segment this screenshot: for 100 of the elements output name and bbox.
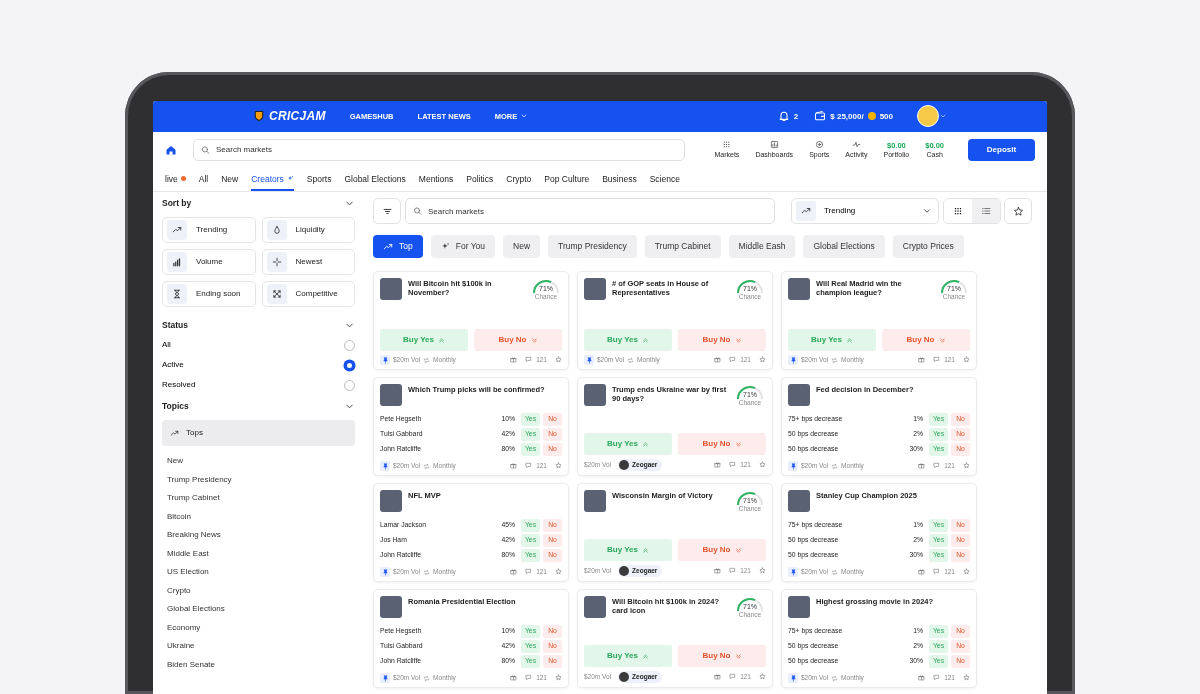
category-tab[interactable]: Global Elections (344, 169, 406, 191)
chevron-icon (922, 206, 932, 216)
favorite-button[interactable] (1004, 198, 1032, 224)
search-field[interactable]: Search markets (405, 198, 775, 224)
radio-button[interactable] (344, 339, 355, 351)
list-icon (981, 206, 991, 216)
sort-option[interactable]: Ending soon (162, 281, 256, 307)
repeat-icon (423, 568, 431, 576)
gift-icon (918, 356, 926, 364)
buy-no-button[interactable]: Buy No (678, 645, 766, 667)
wallet-icon (814, 110, 827, 123)
topic-item[interactable]: Bitcoin (162, 507, 355, 526)
photo-placeholder (788, 490, 810, 512)
topic-item[interactable]: Breaking News (162, 526, 355, 545)
sort-option[interactable]: Liquidity (261, 217, 355, 243)
double-chevron-up-icon (438, 336, 445, 344)
notification-count: 2 (793, 111, 799, 122)
category-tab[interactable]: All (198, 169, 209, 191)
category-tab[interactable]: Crypto (506, 169, 532, 191)
gift-icon (918, 674, 926, 682)
grid-icon (722, 140, 732, 150)
buy-no-button[interactable]: Buy No (882, 329, 970, 351)
topic-item[interactable]: Global Elections (162, 600, 355, 619)
pin-icon (380, 355, 390, 365)
repeat-icon (831, 356, 839, 364)
category-tab[interactable]: Creators (251, 169, 294, 191)
avatar[interactable] (917, 105, 939, 128)
star-icon (759, 567, 766, 575)
grid-icon (953, 206, 963, 216)
sort-dropdown[interactable]: Trending (791, 198, 939, 224)
search-icon (201, 145, 210, 155)
creator-avatar (619, 460, 630, 470)
topic-item[interactable]: US Election (162, 563, 355, 582)
topic-item[interactable]: Economy (162, 618, 355, 637)
filter-chip[interactable]: Top (373, 235, 423, 258)
topic-item[interactable]: Middle East (162, 544, 355, 563)
star-icon (963, 674, 970, 682)
filter-chip[interactable]: Global Elections (803, 235, 885, 258)
category-tab[interactable]: live (165, 169, 186, 191)
gift-icon (714, 567, 722, 575)
topic-item[interactable]: Biden Senate (162, 655, 355, 674)
search-field[interactable]: Search markets (193, 138, 685, 161)
pin-icon (584, 355, 594, 365)
status-option[interactable]: Resolved (162, 375, 355, 395)
topic-item[interactable]: Crypto (162, 581, 355, 600)
status-option[interactable]: Active (162, 355, 355, 375)
view-toggle[interactable] (972, 199, 1000, 223)
filter-chip[interactable]: New (503, 235, 541, 258)
star-icon (555, 568, 562, 576)
sort-option[interactable]: Competitive (261, 281, 355, 307)
radio-button[interactable] (344, 359, 355, 371)
buy-no-button[interactable]: Buy No (474, 329, 562, 351)
category-tab[interactable]: Pop Culture (544, 169, 590, 191)
comment-icon (525, 568, 533, 576)
topic-item[interactable]: Trump Cabinet (162, 489, 355, 508)
gift-icon (510, 462, 518, 470)
section-title: Sort by (162, 198, 192, 209)
double-chevron-down-icon (734, 440, 742, 448)
buy-no-button[interactable]: Buy No (678, 539, 766, 561)
double-chevron-down-icon (734, 652, 742, 660)
sort-option[interactable]: Newest (261, 249, 355, 275)
gift-icon (918, 462, 926, 470)
topic-item[interactable]: New (162, 452, 355, 471)
hourglass-icon (172, 289, 182, 299)
gift-icon (714, 356, 722, 364)
status-option[interactable]: All (162, 335, 355, 355)
category-tab[interactable]: New (221, 169, 239, 191)
star-icon (555, 356, 562, 364)
filter-button[interactable] (373, 198, 401, 224)
buy-no-button[interactable]: Buy No (678, 433, 766, 455)
category-tab[interactable]: Sports (306, 169, 332, 191)
drop-icon (271, 225, 282, 235)
pin-icon (380, 673, 390, 683)
category-tab[interactable]: Politics (466, 169, 494, 191)
comment-icon (933, 356, 941, 364)
photo-placeholder (584, 384, 606, 406)
filter-chip[interactable]: Trump Presidency (548, 235, 637, 258)
filter-chip[interactable]: Trump Cabinet (644, 235, 721, 258)
pin-icon (788, 673, 798, 683)
star-icon (555, 462, 562, 470)
star-icon (759, 461, 766, 469)
radio-button[interactable] (344, 379, 355, 391)
star-icon (963, 356, 970, 364)
sort-option[interactable]: Volume (162, 249, 256, 275)
comment-icon (729, 673, 737, 681)
category-tab[interactable]: Business (602, 169, 637, 191)
category-tab[interactable]: Science (649, 169, 680, 191)
filter-chip[interactable]: For You (430, 235, 496, 258)
search-icon (413, 206, 422, 216)
brand-logo[interactable]: CRICJAM (269, 109, 326, 124)
topic-item[interactable]: Ukraine (162, 637, 355, 656)
topic-item[interactable]: Trump Presidency (162, 470, 355, 489)
filter-chip[interactable]: Crypto Prices (892, 235, 964, 258)
star-icon (1012, 205, 1024, 217)
buy-no-button[interactable]: Buy No (678, 329, 766, 351)
filter-chip[interactable]: Middle Eash (728, 235, 796, 258)
deposit-button[interactable]: Deposit (968, 138, 1035, 161)
category-tab[interactable]: Mentions (418, 169, 454, 191)
sort-option[interactable]: Trending (162, 217, 256, 243)
topic-item[interactable]: Tops (162, 420, 355, 446)
